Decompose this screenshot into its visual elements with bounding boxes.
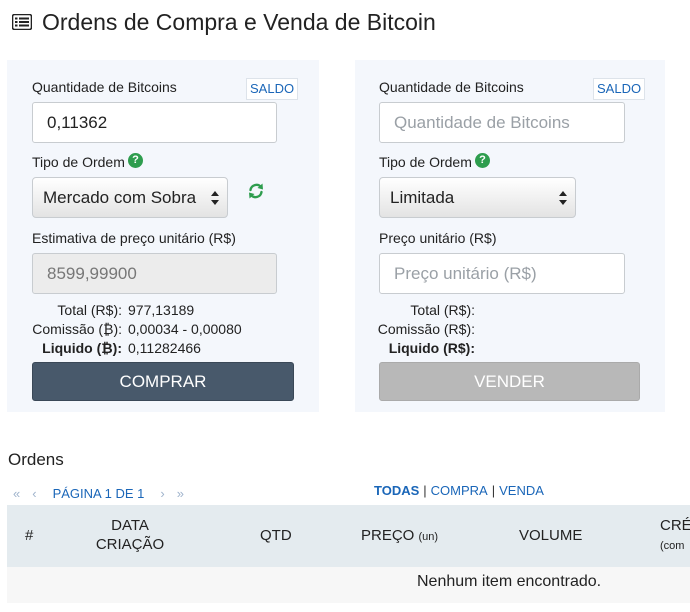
column-label: CRÉ <box>660 517 690 534</box>
first-page-icon[interactable]: « <box>13 486 20 501</box>
column-sublabel: (com <box>660 540 685 552</box>
buy-price-label: Estimativa de preço unitário (R$) <box>32 230 236 246</box>
sell-summary-total: Total (R$): <box>355 301 665 319</box>
summary-key: Comissão (R$): <box>377 321 475 337</box>
orders-table-header: # DATA CRIAÇÃO QTD PREÇO (un) VOLUME CRÉ… <box>7 505 690 567</box>
filter-separator: | <box>491 483 496 498</box>
buy-qty-label: Quantidade de Bitcoins <box>32 79 177 95</box>
summary-value: 977,13189 <box>128 302 195 318</box>
empty-message: Nenhum item encontrado. <box>417 573 602 590</box>
help-icon[interactable]: ? <box>128 153 143 168</box>
buy-order-type-select[interactable]: Mercado com Sobra <box>32 177 228 218</box>
column-header-volume[interactable]: VOLUME <box>519 526 582 545</box>
column-label: # <box>25 527 34 544</box>
column-header-price[interactable]: PREÇO (un) <box>361 526 438 547</box>
column-label: DATA <box>111 517 149 534</box>
filter-all[interactable]: TODAS <box>374 483 419 498</box>
summary-key: Total (R$): <box>410 302 475 318</box>
buy-order-type-value: Mercado com Sobra <box>43 187 197 207</box>
page-header: Ordens de Compra e Venda de Bitcoin <box>11 8 436 36</box>
sell-qty-label: Quantidade de Bitcoins <box>379 79 524 95</box>
sell-order-panel: Quantidade de Bitcoins SALDO Quantidade … <box>355 60 665 412</box>
sell-saldo-button[interactable]: SALDO <box>593 78 646 100</box>
orders-title: Ordens <box>8 450 64 469</box>
refresh-icon[interactable] <box>247 182 265 200</box>
buy-order-panel: Quantidade de Bitcoins SALDO 0,11362 Tip… <box>7 60 319 412</box>
select-arrows-icon <box>559 191 567 205</box>
sell-order-type-value: Limitada <box>390 187 455 207</box>
buy-button[interactable]: COMPRAR <box>32 362 294 401</box>
last-page-icon[interactable]: » <box>177 486 184 501</box>
page-indicator: PÁGINA 1 DE 1 <box>52 485 145 501</box>
next-page-icon[interactable]: › <box>160 486 164 501</box>
filter-buy[interactable]: COMPRA <box>431 483 488 498</box>
help-icon[interactable]: ? <box>475 153 490 168</box>
buy-summary-net: Liquido (₿): 0,11282466 <box>7 339 319 357</box>
buy-qty-input[interactable]: 0,11362 <box>32 102 277 143</box>
buy-price-field: 8599,99900 <box>32 253 277 294</box>
column-label: QTD <box>260 527 292 544</box>
sell-summary-commission: Comissão (R$): <box>355 320 665 338</box>
column-label: VOLUME <box>519 527 583 544</box>
sell-qty-input[interactable]: Quantidade de Bitcoins <box>379 102 625 143</box>
sell-price-label: Preço unitário (R$) <box>379 230 497 246</box>
pagination: « ‹ PÁGINA 1 DE 1 › » <box>7 485 190 501</box>
buy-summary-total: Total (R$): 977,13189 <box>7 301 319 319</box>
sell-price-input[interactable]: Preço unitário (R$) <box>379 253 625 294</box>
page-title: Ordens de Compra e Venda de Bitcoin <box>42 8 436 35</box>
column-header-date[interactable]: DATA CRIAÇÃO <box>95 516 165 554</box>
column-header-number[interactable]: # <box>25 526 33 545</box>
buy-order-type-label: Tipo de Ordem <box>32 154 125 170</box>
filter-sell[interactable]: VENDA <box>499 483 544 498</box>
column-label: PREÇO <box>361 527 415 544</box>
column-header-qty[interactable]: QTD <box>260 526 292 545</box>
buy-saldo-button[interactable]: SALDO <box>246 78 299 100</box>
sell-summary-net: Liquido (R$): <box>355 339 665 357</box>
select-arrows-icon <box>211 191 219 205</box>
list-icon <box>11 13 33 31</box>
summary-key: Liquido (₿): <box>42 340 122 356</box>
column-header-credit[interactable]: CRÉ (com <box>660 516 690 556</box>
summary-key: Liquido (R$): <box>388 340 475 356</box>
sell-order-type-select[interactable]: Limitada <box>379 177 576 218</box>
filter-separator: | <box>423 483 427 498</box>
summary-value: 0,00034 - 0,00080 <box>128 321 242 337</box>
summary-key: Total (R$): <box>57 302 122 318</box>
prev-page-icon[interactable]: ‹ <box>32 486 36 501</box>
column-sublabel: CRIAÇÃO <box>95 536 165 553</box>
sell-order-type-label: Tipo de Ordem <box>379 154 472 170</box>
summary-value: 0,11282466 <box>128 340 201 356</box>
sell-button[interactable]: VENDER <box>379 362 640 401</box>
order-filter: TODAS | COMPRA | VENDA <box>374 483 544 498</box>
column-sublabel: (un) <box>418 531 439 543</box>
summary-key: Comissão (₿): <box>32 321 122 337</box>
buy-summary-commission: Comissão (₿): 0,00034 - 0,00080 <box>7 320 319 338</box>
